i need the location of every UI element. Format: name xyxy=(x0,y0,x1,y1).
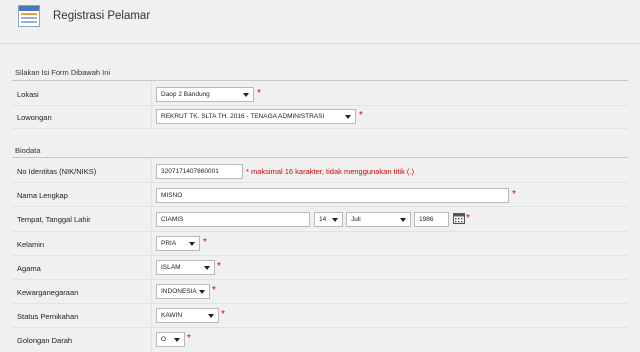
row-divider xyxy=(12,303,628,304)
row-divider xyxy=(12,128,628,129)
kewarganegaraan-value: INDONESIA xyxy=(161,288,197,295)
row-divider xyxy=(12,279,628,280)
nik-input[interactable]: 3207171407860001 xyxy=(156,164,243,179)
agama-label: Agama xyxy=(17,264,41,273)
chevron-down-icon xyxy=(243,93,249,97)
column-separator xyxy=(151,158,152,182)
column-separator xyxy=(151,280,152,303)
required-marker: * xyxy=(203,237,207,248)
header-divider xyxy=(0,43,640,44)
column-separator xyxy=(151,106,152,128)
agama-select[interactable]: ISLAM xyxy=(156,260,215,275)
tanggal-select[interactable]: 14 xyxy=(314,212,343,227)
kelamin-label: Kelamin xyxy=(17,240,45,249)
row-divider xyxy=(12,105,628,106)
agama-value: ISLAM xyxy=(161,264,181,271)
kewarganegaraan-select[interactable]: INDONESIA xyxy=(156,284,210,299)
status-pernikahan-label: Status Pernikahan xyxy=(17,312,79,321)
tanggal-value: 14 xyxy=(319,216,327,223)
lowongan-value: REKRUT TK. SLTA TH. 2016 - TENAGA ADMINI… xyxy=(161,113,325,120)
chevron-down-icon xyxy=(332,218,338,222)
chevron-down-icon xyxy=(204,266,210,270)
status-pernikahan-value: KAWIN xyxy=(161,312,183,319)
chevron-down-icon xyxy=(400,218,406,222)
required-marker: * xyxy=(359,110,363,121)
kewarganegaraan-label: Kewarganegaraan xyxy=(17,288,79,297)
nama-label: Nama Lengkap xyxy=(17,191,68,200)
required-marker: * xyxy=(512,189,516,200)
ttl-label: Tempat, Tanggal Lahir xyxy=(17,215,91,224)
required-marker: * xyxy=(212,285,216,296)
column-separator xyxy=(151,183,152,206)
row-divider xyxy=(12,182,628,183)
calendar-icon[interactable] xyxy=(453,213,465,224)
section-divider xyxy=(12,80,628,81)
row-divider xyxy=(12,255,628,256)
row-divider xyxy=(12,327,628,328)
chevron-down-icon xyxy=(174,338,180,342)
lokasi-value: Daop 2 Bandung xyxy=(161,91,210,98)
page-title: Registrasi Pelamar xyxy=(53,10,151,22)
tempat-lahir-input[interactable]: CIAMIS xyxy=(156,212,310,227)
golongan-darah-select[interactable]: O xyxy=(156,332,185,347)
form-document-icon xyxy=(18,5,40,27)
chevron-down-icon xyxy=(189,242,195,246)
required-marker: * xyxy=(257,88,261,99)
column-separator xyxy=(151,232,152,255)
nik-label: No Identitas (NIK/NIKS) xyxy=(17,167,97,176)
required-marker: * xyxy=(217,261,221,272)
section-title-form: Silakan Isi Form Dibawah Ini xyxy=(15,68,111,77)
lowongan-label: Lowongan xyxy=(17,113,52,122)
golongan-darah-label: Golongan Darah xyxy=(17,336,73,345)
column-separator xyxy=(151,256,152,279)
lokasi-select[interactable]: Daop 2 Bandung xyxy=(156,87,254,102)
chevron-down-icon xyxy=(345,115,351,119)
page-header: Registrasi Pelamar xyxy=(0,0,640,36)
lowongan-select[interactable]: REKRUT TK. SLTA TH. 2016 - TENAGA ADMINI… xyxy=(156,109,356,124)
column-separator xyxy=(151,304,152,327)
section-divider xyxy=(12,157,628,158)
required-marker: * xyxy=(187,333,191,344)
status-pernikahan-select[interactable]: KAWIN xyxy=(156,308,219,323)
row-divider xyxy=(12,206,628,207)
bulan-value: Juli xyxy=(351,216,361,223)
column-separator xyxy=(151,81,152,105)
nik-hint: * maksimal 16 karakter, tidak menggunaka… xyxy=(246,167,414,176)
nama-input[interactable]: MISNO xyxy=(156,188,509,203)
golongan-darah-value: O xyxy=(161,336,167,343)
row-divider xyxy=(12,231,628,232)
lokasi-label: Lokasi xyxy=(17,90,39,99)
column-separator xyxy=(151,207,152,231)
chevron-down-icon xyxy=(208,314,214,318)
required-marker: * xyxy=(466,213,470,224)
section-title-biodata: Biodata xyxy=(15,146,41,155)
column-separator xyxy=(151,328,152,352)
kelamin-select[interactable]: PRIA xyxy=(156,236,200,251)
kelamin-value: PRIA xyxy=(161,240,177,247)
chevron-down-icon xyxy=(199,290,205,294)
tahun-input[interactable]: 1986 xyxy=(414,212,449,227)
required-marker: * xyxy=(221,309,225,320)
bulan-select[interactable]: Juli xyxy=(346,212,411,227)
